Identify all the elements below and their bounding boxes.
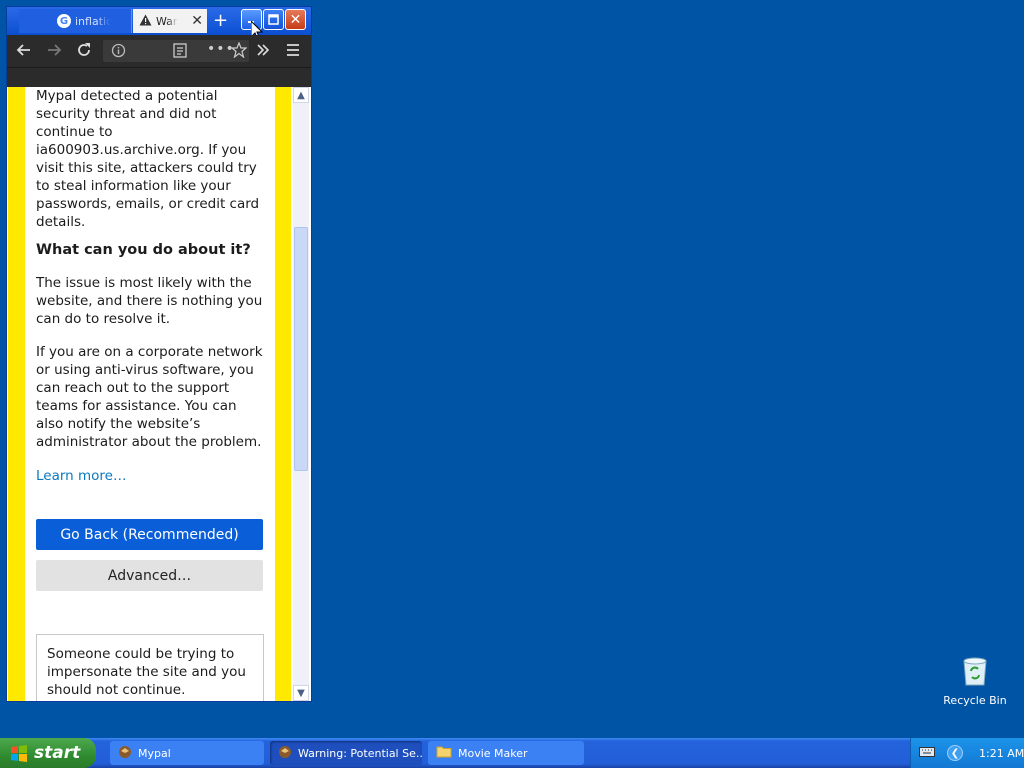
scroll-up-icon[interactable]: ▲ — [293, 87, 309, 103]
start-button[interactable]: start — [0, 738, 96, 768]
advanced-button[interactable]: Advanced… — [36, 560, 263, 591]
back-arrow-icon[interactable] — [15, 41, 33, 64]
warning-icon — [139, 14, 152, 29]
taskbar-item-label: Warning: Potential Se... — [298, 746, 422, 760]
close-icon: ✕ — [289, 11, 302, 28]
forward-arrow-icon[interactable] — [45, 41, 63, 64]
close-tab-icon[interactable]: ✕ — [191, 13, 203, 29]
scroll-down-icon[interactable]: ▼ — [293, 685, 309, 701]
system-tray: ❮ 1:21 AM — [910, 738, 1024, 768]
intro-text: Mypal detected a potential security thre… — [36, 88, 260, 230]
folder-icon — [436, 745, 452, 761]
show-hidden-icons-icon[interactable]: ❮ — [947, 745, 963, 761]
tab-title: Warning: Potential Security Risk Ahead — [156, 14, 178, 28]
new-tab-button[interactable]: + — [213, 11, 228, 31]
toolbar-strip — [7, 67, 311, 88]
details-box: Someone could be trying to impersonate t… — [36, 634, 264, 701]
scroll-thumb[interactable] — [294, 227, 308, 471]
maximize-icon — [268, 14, 279, 25]
info-icon[interactable] — [111, 43, 126, 62]
warning-page: Mypal detected a potential security thre… — [7, 87, 311, 701]
vertical-scrollbar[interactable]: ▲ ▼ — [293, 87, 309, 701]
clock: 1:21 AM — [979, 746, 1024, 760]
issue-text: The issue is most likely with the websit… — [36, 275, 263, 327]
mypal-icon — [278, 745, 292, 762]
go-back-button[interactable]: Go Back (Recommended) — [36, 519, 263, 550]
navigation-toolbar: ••• — [7, 35, 311, 67]
learn-more-link[interactable]: Learn more… — [36, 467, 127, 485]
taskbar-item-label: Mypal — [138, 746, 171, 760]
corporate-text: If you are on a corporate network or usi… — [36, 344, 263, 450]
windows-logo-icon — [11, 745, 27, 762]
reader-view-icon[interactable] — [173, 43, 187, 62]
mypal-icon — [118, 745, 132, 762]
warning-stripe — [275, 87, 291, 701]
tab-warning[interactable]: Warning: Potential Security Risk Ahead ✕ — [133, 9, 207, 33]
section-heading: What can you do about it? — [36, 242, 251, 258]
taskbar-item-movie-maker[interactable]: Movie Maker — [428, 741, 584, 765]
bookmark-star-icon[interactable] — [230, 41, 248, 62]
hamburger-menu-icon[interactable] — [285, 41, 301, 64]
warning-stripe — [8, 87, 25, 701]
taskbar: start Mypal Warning: Potential Se... Mov… — [0, 738, 1024, 768]
details-text: Someone could be trying to impersonate t… — [47, 646, 246, 698]
recycle-bin-icon — [963, 657, 987, 686]
overflow-chevron-icon[interactable] — [255, 41, 271, 64]
tab-inflation[interactable]: G inflation — [19, 9, 132, 33]
start-label: start — [34, 743, 81, 763]
tab-title: inflation — [75, 14, 111, 28]
recycle-bin[interactable]: Recycle Bin — [940, 655, 1010, 707]
taskbar-item-mypal[interactable]: Mypal — [110, 741, 264, 765]
close-button[interactable]: ✕ — [285, 9, 306, 30]
taskbar-item-warning[interactable]: Warning: Potential Se... — [270, 741, 422, 765]
tab-bar: G inflation Warning: Potential Security … — [7, 7, 311, 41]
url-bar[interactable]: ••• — [103, 40, 249, 62]
google-icon: G — [57, 14, 71, 28]
browser-window: G inflation Warning: Potential Security … — [6, 6, 312, 702]
maximize-button[interactable] — [263, 9, 284, 30]
recycle-bin-label: Recycle Bin — [943, 694, 1007, 707]
taskbar-item-label: Movie Maker — [458, 746, 528, 760]
reload-icon[interactable] — [75, 41, 93, 64]
keyboard-icon[interactable] — [919, 746, 935, 761]
